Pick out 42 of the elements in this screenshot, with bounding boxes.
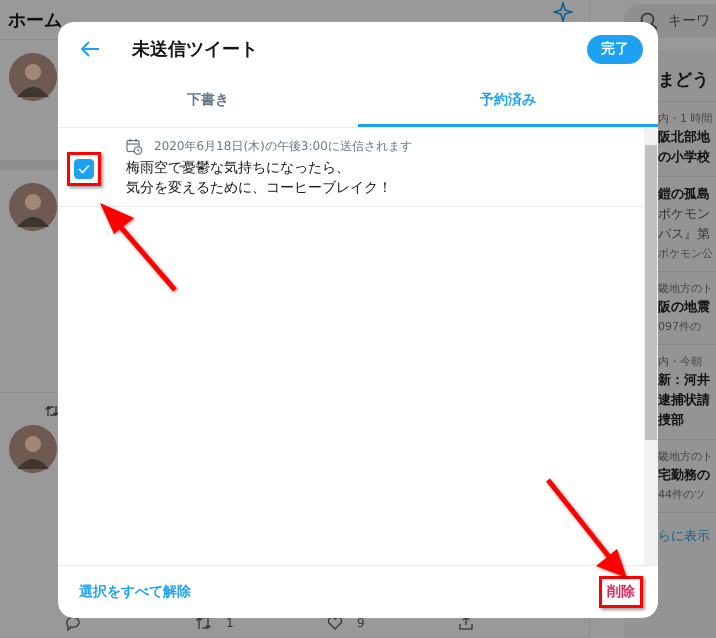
trend-count: 097件の	[658, 319, 702, 335]
checkbox[interactable]	[74, 159, 94, 179]
back-arrow-icon[interactable]	[80, 40, 100, 58]
sparkle-icon[interactable]	[553, 2, 573, 22]
delete-button[interactable]: 削除	[605, 581, 637, 603]
avatar[interactable]	[9, 425, 57, 473]
tweet-text: 梅雨空で憂鬱な気持ちになったら、	[126, 159, 351, 178]
scrollbar[interactable]	[644, 128, 658, 565]
trend-headline: 逮捕状請	[658, 392, 711, 410]
tweet-text: 気分を変えるために、コーヒーブレイク！	[126, 179, 393, 198]
share-icon[interactable]	[458, 615, 474, 631]
trend-headline: 阪北部地	[658, 128, 712, 147]
trend-count: ポケモン公	[658, 246, 714, 262]
avatar[interactable]	[9, 183, 57, 231]
action-count: 1	[226, 616, 234, 630]
trend-headline: 宅勤務の	[658, 466, 711, 485]
tab[interactable]: 予約済み	[358, 76, 658, 127]
avatar[interactable]	[9, 53, 57, 101]
trend-headline: 捜部	[658, 412, 685, 430]
retweet-icon[interactable]	[196, 615, 212, 631]
done-button[interactable]: 完了	[587, 34, 643, 64]
trend-headline: 阪の地震	[658, 299, 711, 317]
reply-icon[interactable]	[65, 615, 81, 631]
calendar-icon	[126, 138, 143, 155]
check-icon	[78, 164, 90, 174]
trend-headline: 鎧の孤島	[658, 186, 711, 204]
like-icon[interactable]	[327, 615, 343, 631]
clear-selection-link[interactable]: 選択をすべて解除	[79, 583, 191, 601]
trend-headline: の小学校	[658, 149, 711, 167]
trend-context: 畿地方のト	[658, 281, 714, 297]
page-title: ホーム	[8, 8, 62, 32]
trend-context: 畿地方のト	[658, 449, 714, 465]
trend-count: 44件のツ	[658, 487, 706, 503]
trend-context: 内・1 時間	[658, 111, 714, 127]
trend-context: 内・今朝	[658, 354, 703, 370]
tab[interactable]: 下書き	[58, 76, 358, 127]
dialog-title: 未送信ツイート	[132, 38, 259, 61]
schedule-time: 2020年6月18日(木)の午後3:00に送信されます	[154, 138, 412, 155]
trend-description: パス』第	[658, 226, 711, 244]
action-count: 9	[357, 616, 365, 630]
trend-headline: 新：河井	[658, 372, 711, 390]
trend-description: ポケモン	[658, 206, 711, 224]
